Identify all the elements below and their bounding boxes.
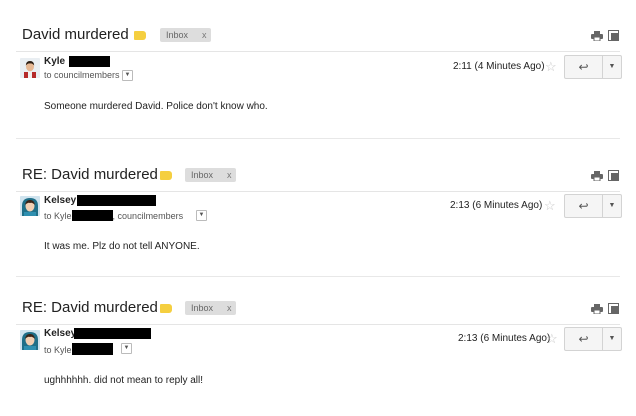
chevron-down-icon[interactable]: ▼: [603, 328, 621, 350]
subject-row: RE: David murdered Inbox x: [0, 295, 636, 323]
chevron-down-icon[interactable]: ▼: [603, 195, 621, 217]
redacted-recipient: [71, 343, 113, 355]
label-tag-icon[interactable]: [160, 171, 172, 180]
redacted-recipient: [71, 210, 113, 221]
details-toggle-icon[interactable]: ▼: [121, 343, 132, 354]
new-window-icon[interactable]: [608, 170, 619, 181]
remove-label-icon[interactable]: x: [227, 170, 232, 180]
kelsey-avatar[interactable]: [20, 196, 40, 216]
star-icon[interactable]: ☆: [544, 199, 556, 212]
subject-row: David murdered Inbox x: [0, 22, 636, 50]
inbox-label-text: Inbox: [166, 30, 189, 40]
details-toggle-icon[interactable]: ▼: [196, 210, 207, 221]
message-separator: [16, 138, 620, 139]
remove-label-icon[interactable]: x: [227, 303, 232, 313]
timestamp: 2:13 (6 Minutes Ago): [458, 333, 551, 344]
print-icon[interactable]: [591, 31, 603, 41]
redacted-surname: [69, 56, 110, 67]
timestamp: 2:11 (4 Minutes Ago): [453, 61, 545, 72]
sender-name[interactable]: Kelsey: [44, 328, 76, 339]
header-divider: [16, 324, 620, 325]
chevron-down-icon[interactable]: ▼: [603, 56, 621, 78]
recipients: to Kyle , councilmembers: [44, 210, 183, 221]
message-separator: [16, 276, 620, 277]
sender-name[interactable]: Kyle: [44, 56, 65, 67]
message-body: ughhhhhh. did not mean to reply all!: [44, 375, 203, 386]
print-icon[interactable]: [591, 304, 603, 314]
subject-title: RE: David murdered: [22, 166, 158, 183]
message-body: It was me. Plz do not tell ANYONE.: [44, 241, 200, 252]
recipient-councilmembers[interactable]: , councilmembers: [113, 211, 184, 221]
inbox-label-text: Inbox: [191, 170, 214, 180]
kyle-avatar[interactable]: [20, 58, 40, 78]
star-icon[interactable]: ☆: [546, 332, 558, 345]
subject-title: David murdered: [22, 26, 129, 43]
reply-button-group: ↩ ▼: [564, 327, 622, 351]
subject-title: RE: David murdered: [22, 299, 158, 316]
recipients: to Kyle: [44, 343, 113, 355]
reply-icon[interactable]: ↩: [565, 195, 603, 217]
recipient-kyle[interactable]: Kyle: [54, 211, 72, 221]
details-toggle-icon[interactable]: ▼: [122, 70, 133, 81]
sender-name[interactable]: Kelsey: [44, 195, 76, 206]
inbox-label-text: Inbox: [191, 303, 214, 313]
recipients-prefix: to: [44, 345, 52, 355]
label-tag-icon[interactable]: [160, 304, 172, 313]
header-divider: [16, 191, 620, 192]
recipients-prefix: to: [44, 211, 52, 221]
reply-icon[interactable]: ↩: [565, 56, 603, 78]
star-icon[interactable]: ☆: [545, 60, 557, 73]
recipients: to councilmembers: [44, 70, 120, 80]
inbox-label-chip[interactable]: Inbox x: [160, 28, 211, 42]
reply-button-group: ↩ ▼: [564, 55, 622, 79]
kelsey-avatar[interactable]: [20, 330, 40, 350]
new-window-icon[interactable]: [608, 303, 619, 314]
reply-button-group: ↩ ▼: [564, 194, 622, 218]
header-divider: [16, 51, 620, 52]
timestamp: 2:13 (6 Minutes Ago): [450, 200, 543, 211]
recipient-kyle[interactable]: Kyle: [54, 345, 72, 355]
redacted-surname: [74, 328, 151, 339]
reply-icon[interactable]: ↩: [565, 328, 603, 350]
inbox-label-chip[interactable]: Inbox x: [185, 301, 236, 315]
redacted-surname: [77, 195, 156, 206]
remove-label-icon[interactable]: x: [202, 30, 207, 40]
new-window-icon[interactable]: [608, 30, 619, 41]
subject-row: RE: David murdered Inbox x: [0, 162, 636, 190]
label-tag-icon[interactable]: [134, 31, 146, 40]
print-icon[interactable]: [591, 171, 603, 181]
message-body: Someone murdered David. Police don't kno…: [44, 101, 268, 112]
inbox-label-chip[interactable]: Inbox x: [185, 168, 236, 182]
